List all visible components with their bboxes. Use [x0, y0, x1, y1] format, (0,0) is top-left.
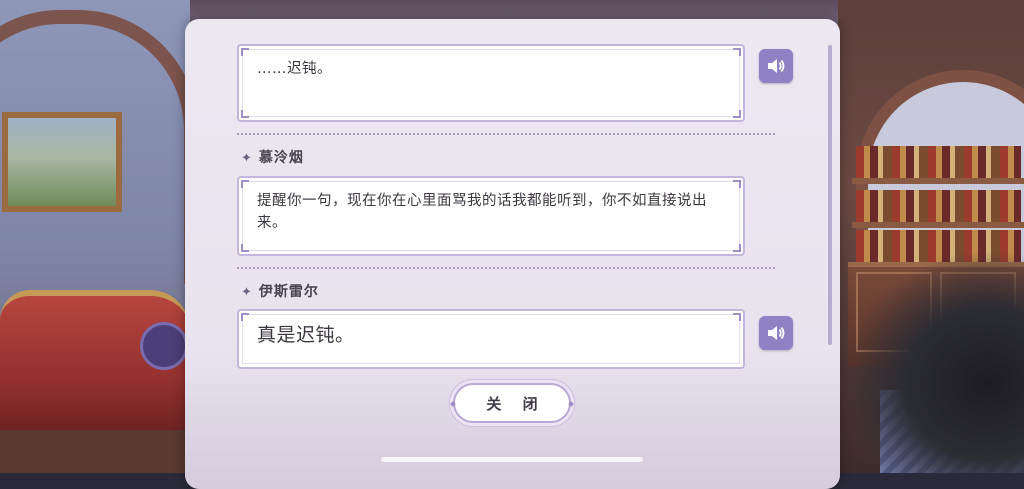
speaker-icon: [768, 326, 785, 340]
entry-divider: [237, 267, 775, 269]
dialog-entry-2: 提醒你一句，现在你在心里面骂我的话我都能听到，你不如直接说出来。: [237, 176, 745, 256]
dialog-entry-1: ……迟钝。: [237, 44, 745, 122]
dialog-text: 提醒你一句，现在你在心里面骂我的话我都能听到，你不如直接说出来。: [257, 193, 707, 231]
speaker-name: ✦ 伊斯雷尔: [241, 284, 319, 300]
sofa-pillow: [140, 322, 188, 370]
landscape-painting: [2, 112, 122, 212]
home-indicator[interactable]: [381, 457, 643, 462]
dialog-log-panel: ……迟钝。 ✦ 慕泠烟 提醒你一句，现在你在心里面骂我的话我都能听到，你不如直接说…: [185, 19, 840, 489]
scrollbar-thumb[interactable]: [828, 45, 832, 345]
close-button-label: 关 闭: [486, 394, 546, 413]
bookshelf-shelf: [852, 178, 1024, 184]
speaker-name: ✦ 慕泠烟: [241, 150, 304, 166]
dialog-entry-3: 真是迟钝。: [237, 309, 745, 369]
speaker-icon: [768, 59, 785, 73]
close-button[interactable]: 关 闭: [450, 383, 574, 423]
sofa-seat: [0, 370, 190, 430]
dialog-text: 真是迟钝。: [257, 324, 355, 346]
sparkle-icon: ✦: [241, 151, 253, 166]
log-scrollbar[interactable]: [828, 45, 832, 345]
sparkle-icon: ✦: [241, 285, 253, 300]
dialog-text: ……迟钝。: [257, 61, 332, 77]
voice-replay-button[interactable]: [759, 49, 793, 83]
entry-divider: [237, 133, 775, 135]
bookshelf-row: [856, 190, 1021, 222]
bookshelf-row: [856, 146, 1021, 178]
voice-replay-button[interactable]: [759, 316, 793, 350]
floor: [0, 430, 190, 473]
bookshelf-shelf: [852, 222, 1024, 228]
character-silhouette: [840, 250, 1024, 473]
